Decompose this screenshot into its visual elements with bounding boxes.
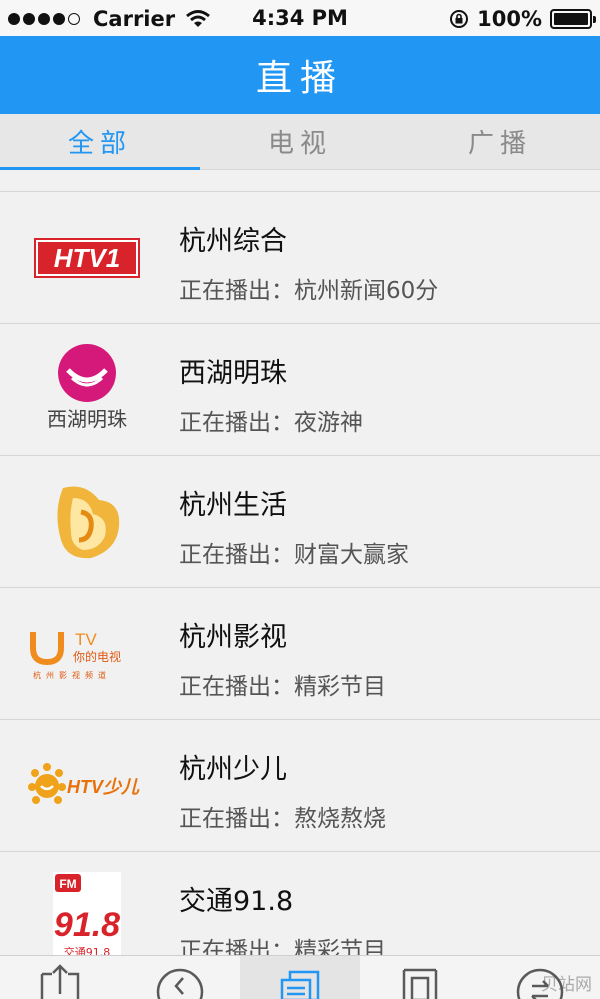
htv-kids-logo: HTV少儿: [22, 736, 152, 836]
channel-name: 杭州生活: [179, 490, 287, 521]
fm-logo-number: 91.8: [54, 906, 120, 944]
bottom-tab-replay[interactable]: [120, 956, 240, 999]
hangzhou-life-logo: [22, 472, 152, 572]
channel-name: 杭州综合: [179, 226, 287, 257]
htv1-logo-text: HTV1: [54, 243, 120, 273]
htv1-logo: HTV1: [22, 208, 152, 308]
bottom-tab-live[interactable]: [240, 956, 360, 999]
channel-item-hangzhou-yingshi[interactable]: TV 你的电视 杭州影视频道 杭州影视 正在播出：精彩节目: [0, 588, 600, 720]
bottom-tab-share[interactable]: [0, 956, 120, 999]
watermark: 贝站网: [541, 975, 592, 995]
replay-icon: [156, 968, 204, 999]
tab-radio[interactable]: 广播: [400, 114, 600, 169]
film-logo-subtext: 你的电视: [73, 649, 121, 664]
film-logo-tv: TV: [75, 630, 97, 649]
now-playing: 正在播出：财富大赢家: [179, 542, 409, 568]
fm-logo-label: FM: [59, 877, 76, 891]
share-up-icon: [40, 964, 80, 999]
hangzhou-film-logo: TV 你的电视 杭州影视频道: [22, 604, 152, 704]
channel-list[interactable]: HTV1 杭州综合 正在播出：杭州新闻60分 西湖明珠 西湖明珠 正在播出：夜游…: [0, 170, 600, 955]
nav-bar: 直播: [0, 36, 600, 114]
tab-all[interactable]: 全部: [0, 114, 200, 170]
kids-logo-text: HTV少儿: [67, 777, 140, 797]
now-playing: 正在播出：杭州新闻60分: [179, 278, 439, 304]
now-playing: 正在播出：熬烧熬烧: [179, 806, 386, 832]
channel-name: 杭州少儿: [179, 754, 287, 785]
category-tabs: 全部 电视 广播: [0, 114, 600, 170]
page-title: 直播: [255, 58, 344, 99]
bottom-tab-bar: 贝站网: [0, 955, 600, 999]
battery-percent: 100%: [477, 7, 542, 31]
channel-name: 西湖明珠: [179, 358, 287, 389]
channel-item-hangzhou-shenghuo[interactable]: 杭州生活 正在播出：财富大赢家: [0, 456, 600, 588]
tab-radio-label: 广播: [467, 129, 532, 159]
live-icon: [280, 970, 320, 999]
channel-name: 交通91.8: [179, 886, 294, 917]
now-playing: 正在播出：精彩节目: [179, 938, 386, 955]
rotation-lock-icon: [450, 10, 469, 28]
fm918-logo: FM 91.8 交通91.8: [22, 868, 152, 955]
xihu-logo-text: 西湖明珠: [47, 407, 127, 431]
channel-item-jiaotong-918[interactable]: FM 91.8 交通91.8 交通91.8 正在播出：精彩节目: [0, 852, 600, 955]
schedule-icon: [402, 968, 438, 999]
channel-item-xihu-mingzhu[interactable]: 西湖明珠 西湖明珠 正在播出：夜游神: [0, 324, 600, 456]
channel-name: 杭州影视: [179, 622, 287, 653]
status-right: 100%: [449, 7, 596, 31]
film-logo-subtext2: 杭州影视频道: [33, 670, 111, 680]
channel-item-hangzhou-zonghe[interactable]: HTV1 杭州综合 正在播出：杭州新闻60分: [0, 192, 600, 324]
status-bar: Carrier 4:34 PM 100%: [0, 0, 600, 36]
tab-tv[interactable]: 电视: [200, 114, 400, 169]
list-top-divider: [0, 170, 600, 192]
tab-all-label: 全部: [67, 129, 132, 159]
now-playing: 正在播出：精彩节目: [179, 674, 386, 700]
bottom-tab-schedule[interactable]: [360, 956, 480, 999]
tab-tv-label: 电视: [267, 129, 332, 159]
now-playing: 正在播出：夜游神: [179, 410, 363, 436]
xihu-mingzhu-logo: 西湖明珠: [22, 340, 152, 440]
battery-icon: [550, 9, 596, 29]
fm-logo-subtext: 交通91.8: [64, 945, 111, 955]
channel-item-hangzhou-shaoer[interactable]: HTV少儿 杭州少儿 正在播出：熬烧熬烧: [0, 720, 600, 852]
